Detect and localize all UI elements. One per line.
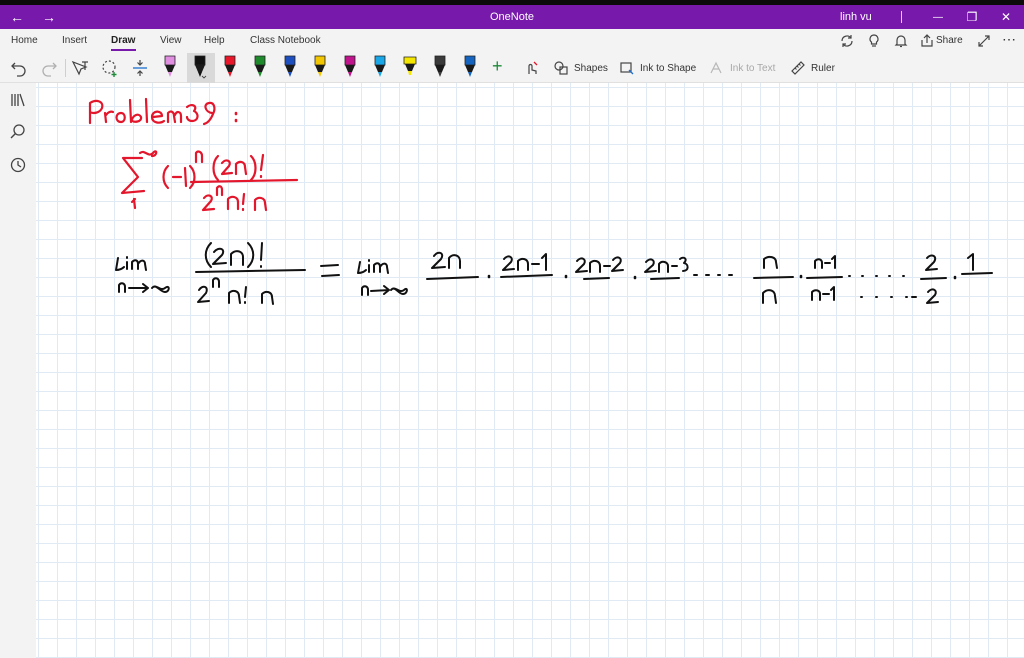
- tab-class-notebook[interactable]: Class Notebook: [250, 35, 321, 46]
- ruler-button[interactable]: Ruler: [790, 56, 835, 80]
- expand-icon[interactable]: [976, 33, 992, 49]
- tab-view[interactable]: View: [160, 35, 182, 46]
- restore-icon: ❐: [966, 10, 978, 24]
- shapes-button[interactable]: Shapes: [553, 56, 608, 80]
- share-icon[interactable]: [919, 33, 935, 49]
- add-space-icon[interactable]: [130, 58, 150, 78]
- pen-icon-yellow[interactable]: [313, 53, 327, 79]
- forward-arrow-icon: →: [42, 9, 56, 25]
- pen-icon-green[interactable]: [253, 53, 267, 79]
- share-button[interactable]: Share: [936, 35, 963, 46]
- pen-icon-blue[interactable]: [283, 53, 297, 79]
- tab-draw[interactable]: Draw: [111, 35, 135, 46]
- search-icon[interactable]: [9, 123, 27, 141]
- ribbon-tabs: Home Insert Draw View Help Class Noteboo…: [0, 29, 1024, 53]
- pen-icon-pink[interactable]: [163, 53, 177, 79]
- pen-icon-cyan[interactable]: [373, 53, 387, 79]
- shapes-label: Shapes: [574, 62, 608, 74]
- lightbulb-icon[interactable]: [866, 33, 882, 49]
- account-name[interactable]: linh vu: [840, 5, 872, 29]
- type-select-icon[interactable]: [70, 58, 90, 78]
- left-nav: [0, 83, 36, 658]
- ink-to-shape-button[interactable]: Ink to Shape: [619, 56, 696, 80]
- highlighter-icon-yellow[interactable]: [403, 53, 417, 79]
- tab-insert[interactable]: Insert: [62, 35, 87, 46]
- close-icon: ✕: [1000, 10, 1012, 24]
- toolbar-divider: [65, 59, 66, 77]
- ink-to-text-button[interactable]: Ink to Text: [709, 56, 775, 80]
- add-pen-icon[interactable]: +: [492, 56, 503, 77]
- title-bar: ← → OneNote linh vu — ❐ ✕: [0, 5, 1024, 29]
- touch-draw-icon[interactable]: [522, 59, 540, 77]
- back-button[interactable]: ←: [6, 5, 28, 29]
- back-arrow-icon: ←: [10, 9, 24, 25]
- recent-notes-icon[interactable]: [9, 156, 27, 174]
- notebooks-icon[interactable]: [9, 91, 27, 109]
- active-tab-indicator: [111, 49, 136, 51]
- ink-to-shape-icon: [620, 62, 634, 75]
- tab-home[interactable]: Home: [11, 35, 38, 46]
- minimize-icon: —: [933, 11, 943, 23]
- tab-help[interactable]: Help: [204, 35, 225, 46]
- onenote-window: ← → OneNote linh vu — ❐ ✕ Home Insert Dr…: [0, 0, 1024, 658]
- more-options-icon[interactable]: ⋯: [1002, 31, 1016, 48]
- title-separator: [901, 11, 902, 23]
- lasso-select-icon[interactable]: [100, 58, 120, 78]
- minimize-button[interactable]: —: [928, 5, 948, 29]
- undo-icon[interactable]: [10, 59, 28, 77]
- pen-icon-gray[interactable]: [433, 53, 447, 79]
- ruler-icon: [791, 61, 805, 75]
- shapes-icon: [554, 61, 568, 75]
- pen-icon-red[interactable]: [223, 53, 237, 79]
- ruler-label: Ruler: [811, 62, 835, 74]
- close-button[interactable]: ✕: [996, 5, 1016, 29]
- pen-icon-magenta[interactable]: [343, 53, 357, 79]
- ink-to-text-icon: [710, 61, 722, 74]
- pen-icon-darkblue[interactable]: [463, 53, 477, 79]
- draw-toolbar: + Shapes Ink to Shape Ink to Text Ruler: [0, 53, 1024, 83]
- pen-icon-black[interactable]: [193, 53, 207, 79]
- bell-icon[interactable]: [893, 33, 909, 49]
- sync-icon[interactable]: [839, 33, 855, 49]
- forward-button[interactable]: →: [38, 5, 60, 29]
- ink-to-text-label: Ink to Text: [730, 62, 776, 74]
- restore-button[interactable]: ❐: [962, 5, 982, 29]
- ink-to-shape-label: Ink to Shape: [640, 62, 697, 74]
- redo-icon[interactable]: [40, 59, 58, 77]
- note-canvas[interactable]: [36, 83, 1024, 658]
